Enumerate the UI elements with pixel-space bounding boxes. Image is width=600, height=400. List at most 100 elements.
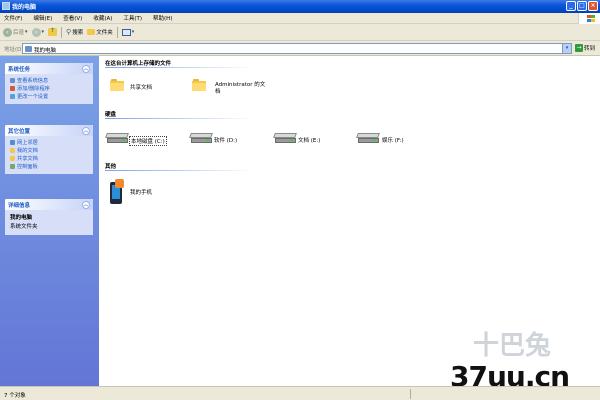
- my-phone-label[interactable]: 我的手机: [130, 188, 152, 196]
- admin-documents-label[interactable]: Administrator 的文: [215, 80, 265, 88]
- drive-c-label[interactable]: 本地磁盘 (C:): [129, 136, 167, 146]
- up-folder-button[interactable]: ↑: [48, 27, 58, 36]
- drive-f-label[interactable]: 娱乐 (F:): [382, 136, 404, 144]
- folders-button[interactable]: 文件夹: [87, 28, 113, 36]
- system-tasks-title: 系统任务: [8, 66, 31, 73]
- menu-tools[interactable]: 工具(T): [123, 14, 142, 22]
- task-label: 添加/删除程序: [17, 86, 50, 92]
- back-button[interactable]: ‹ 后退 ▾: [3, 27, 28, 37]
- system-tasks-panel: 系统任务 ︽ 查看系统信息 添加/删除程序 更改一个设置: [5, 63, 93, 104]
- back-arrow-icon: ‹: [3, 27, 12, 37]
- go-button[interactable]: → 转到: [575, 44, 595, 52]
- address-input[interactable]: 我的电脑 ▾: [22, 43, 572, 54]
- admin-documents-label-line2[interactable]: 档: [215, 87, 221, 95]
- folder-icon[interactable]: [192, 79, 206, 91]
- close-button[interactable]: ×: [588, 1, 598, 11]
- place-label: 我的文档: [17, 148, 38, 154]
- address-label: 地址(D): [4, 47, 24, 53]
- status-text: 7 个对象: [4, 393, 26, 399]
- programs-icon: [10, 86, 15, 91]
- menu-favorites[interactable]: 收藏(A): [93, 14, 112, 22]
- title-bar: 我的电脑 _ □ ×: [0, 0, 600, 13]
- details-title: 详细信息: [8, 202, 31, 209]
- place-network[interactable]: 网上邻居: [10, 139, 88, 146]
- hard-drive-icon[interactable]: [105, 133, 129, 143]
- details-header[interactable]: 详细信息 ︽: [5, 199, 93, 210]
- toolbar-separator: [61, 26, 63, 38]
- search-label: 搜索: [72, 30, 84, 36]
- folder-icon: [10, 156, 15, 161]
- group-divider: [105, 170, 255, 171]
- network-icon: [10, 140, 15, 145]
- place-control-panel[interactable]: 控制面板: [10, 163, 88, 170]
- chevron-down-icon: ▾: [41, 29, 45, 35]
- place-my-documents[interactable]: 我的文档: [10, 147, 88, 154]
- menu-help[interactable]: 帮助(H): [153, 14, 172, 22]
- place-label: 控制面板: [17, 164, 38, 170]
- other-group-title: 其他: [105, 164, 117, 170]
- status-bar: 7 个对象: [0, 386, 600, 400]
- search-button[interactable]: ⚲ 搜索: [66, 28, 83, 36]
- control-panel-icon: [10, 164, 15, 169]
- status-separator: [410, 389, 411, 399]
- chevron-down-icon[interactable]: ▾: [562, 44, 571, 53]
- address-value: 我的电脑: [34, 48, 57, 54]
- details-name: 我的电脑: [10, 215, 33, 221]
- computer-icon: [25, 46, 32, 52]
- toolbar: ‹ 后退 ▾ › ▾ ↑ ⚲ 搜索 文件夹 ▾: [0, 24, 600, 41]
- search-icon: ⚲: [66, 28, 72, 36]
- address-bar: 地址(D) 我的电脑 ▾ → 转到: [0, 41, 600, 56]
- window-title: 我的电脑: [12, 4, 37, 11]
- up-folder-icon: ↑: [48, 27, 58, 36]
- menu-file[interactable]: 文件(F): [4, 14, 22, 22]
- views-button[interactable]: ▾: [121, 28, 135, 36]
- task-add-remove-programs[interactable]: 添加/删除程序: [10, 85, 88, 92]
- drives-group-title: 硬盘: [105, 112, 117, 118]
- folder-icon[interactable]: [110, 79, 124, 91]
- chevron-down-icon: ▾: [25, 29, 28, 35]
- other-places-panel: 其它位置 ︽ 网上邻居 我的文档 共享文档 控制面板: [5, 125, 93, 174]
- toolbar-separator: [116, 26, 118, 38]
- files-group-title: 在这台计算机上存储的文件: [105, 61, 172, 67]
- system-tasks-header[interactable]: 系统任务 ︽: [5, 63, 93, 74]
- collapse-icon[interactable]: ︽: [82, 64, 90, 73]
- task-view-system-info[interactable]: 查看系统信息: [10, 77, 88, 84]
- forward-arrow-icon: ›: [31, 27, 41, 37]
- hard-drive-icon[interactable]: [273, 133, 297, 143]
- menu-bar: 文件(F) 编辑(E) 查看(V) 收藏(A) 工具(T) 帮助(H): [0, 13, 600, 24]
- folders-icon: [87, 29, 96, 35]
- task-label: 查看系统信息: [17, 78, 49, 84]
- maximize-button[interactable]: □: [577, 1, 587, 11]
- drive-e-label[interactable]: 文档 (E:): [298, 136, 320, 144]
- place-shared-documents[interactable]: 共享文档: [10, 155, 88, 162]
- chevron-down-icon: ▾: [131, 29, 135, 35]
- group-divider: [105, 118, 255, 119]
- hard-drive-icon[interactable]: [189, 133, 213, 143]
- folders-label: 文件夹: [96, 30, 113, 36]
- windows-logo-icon: [578, 13, 600, 24]
- collapse-icon[interactable]: ︽: [82, 126, 90, 135]
- minimize-button[interactable]: _: [566, 1, 576, 11]
- computer-icon: [2, 2, 10, 10]
- drive-d-label[interactable]: 软件 (D:): [214, 136, 237, 144]
- shared-documents-label[interactable]: 共享文档: [130, 83, 152, 91]
- task-change-setting[interactable]: 更改一个设置: [10, 93, 88, 100]
- other-places-title: 其它位置: [8, 128, 31, 135]
- go-label: 转到: [584, 46, 596, 52]
- watermark-faint: 十巴兔: [473, 331, 552, 361]
- menu-edit[interactable]: 编辑(E): [33, 14, 52, 22]
- details-panel: 详细信息 ︽ 我的电脑 系统文件夹: [5, 199, 93, 235]
- other-places-header[interactable]: 其它位置 ︽: [5, 125, 93, 136]
- phone-icon[interactable]: [110, 179, 124, 204]
- forward-button[interactable]: › ▾: [31, 27, 45, 37]
- details-subtitle: 系统文件夹: [10, 224, 38, 230]
- collapse-icon[interactable]: ︽: [82, 200, 90, 209]
- task-pane: 系统任务 ︽ 查看系统信息 添加/删除程序 更改一个设置 其它位置 ︽ 网上邻居…: [0, 56, 99, 386]
- settings-icon: [10, 94, 15, 99]
- window-controls: _ □ ×: [566, 1, 598, 11]
- hard-drive-icon[interactable]: [356, 133, 380, 143]
- go-arrow-icon: →: [575, 44, 583, 52]
- group-divider: [105, 67, 255, 68]
- task-label: 更改一个设置: [17, 94, 49, 100]
- menu-view[interactable]: 查看(V): [63, 14, 82, 22]
